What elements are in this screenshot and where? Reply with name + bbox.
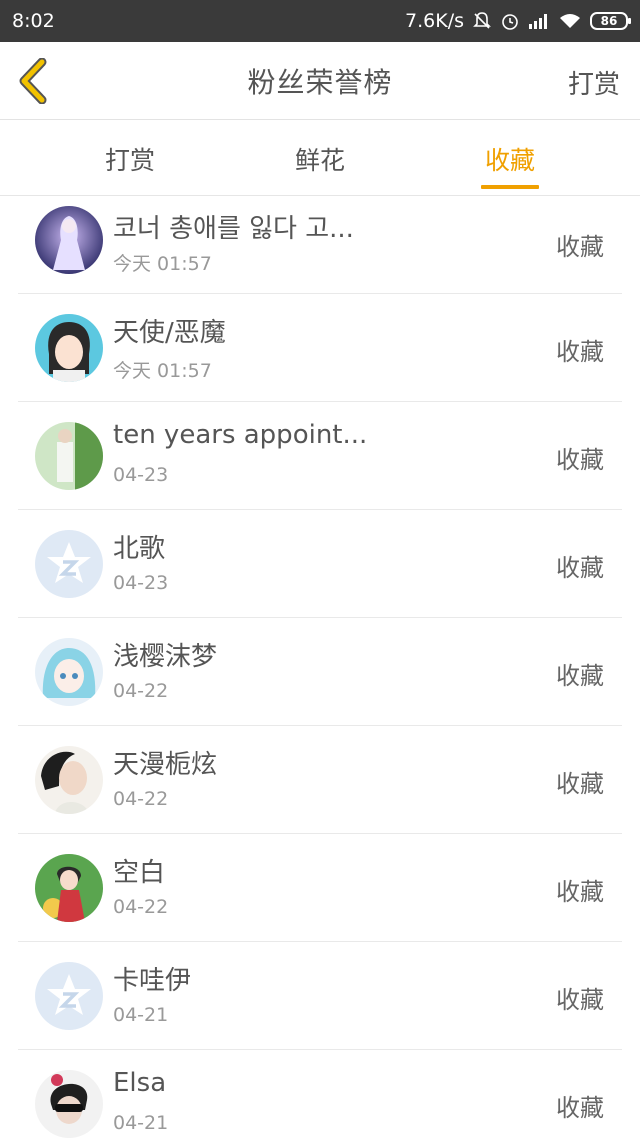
list-item-action: 收藏 bbox=[556, 1094, 604, 1122]
list-item-date: 今天 01:57 bbox=[113, 360, 212, 382]
list-item[interactable]: ten years appoint... 04-23 收藏 bbox=[18, 402, 622, 510]
avatar bbox=[35, 1070, 103, 1138]
list-item-name: 코너 총애를 잃다 고... bbox=[113, 214, 354, 244]
list-item-date: 04-22 bbox=[113, 788, 169, 810]
avatar bbox=[35, 422, 103, 490]
avatar bbox=[35, 206, 103, 274]
status-bar: 8:02 7.6K/s 86 bbox=[0, 0, 640, 42]
list-item-date: 04-22 bbox=[113, 680, 169, 702]
list-item-name: 天使/恶魔 bbox=[113, 318, 226, 348]
list-item[interactable]: 空白 04-22 收藏 bbox=[18, 834, 622, 942]
header: 粉丝荣誉榜 打赏 bbox=[0, 42, 640, 120]
list-item-name: 浅樱沫梦 bbox=[113, 642, 218, 672]
list-item-date: 04-21 bbox=[113, 1004, 169, 1026]
tab-bar: 打赏 鲜花 收藏 bbox=[0, 121, 640, 196]
chevron-left-icon bbox=[19, 57, 47, 105]
avatar bbox=[35, 854, 103, 922]
mute-bell-icon bbox=[472, 11, 492, 31]
list-item[interactable]: 北歌 04-23 收藏 bbox=[18, 510, 622, 618]
default-z-avatar bbox=[35, 530, 103, 598]
list-item[interactable]: 코너 총애를 잃다 고... 今天 01:57 收藏 bbox=[18, 196, 622, 294]
battery-level: 86 bbox=[600, 14, 618, 28]
list-item-date: 04-21 bbox=[113, 1112, 169, 1134]
list-item-date: 今天 01:57 bbox=[113, 253, 212, 275]
list-item-action: 收藏 bbox=[556, 986, 604, 1014]
list-item[interactable]: 天使/恶魔 今天 01:57 收藏 bbox=[18, 294, 622, 402]
avatar bbox=[35, 314, 103, 382]
battery-icon: 86 bbox=[590, 12, 631, 30]
alarm-icon bbox=[500, 11, 520, 31]
list-item-name: 天漫栀炫 bbox=[113, 750, 218, 780]
status-time: 8:02 bbox=[12, 10, 55, 32]
avatar bbox=[35, 638, 103, 706]
list-item-action: 收藏 bbox=[556, 662, 604, 690]
active-tab-indicator bbox=[481, 185, 539, 189]
avatar bbox=[35, 746, 103, 814]
list-item-action: 收藏 bbox=[556, 770, 604, 798]
tab-flowers[interactable]: 鲜花 bbox=[260, 121, 380, 196]
fans-list: 코너 총애를 잃다 고... 今天 01:57 收藏 天使/恶魔 今天 01:5… bbox=[0, 196, 640, 1138]
list-item-name: 卡哇伊 bbox=[113, 966, 192, 996]
list-item-date: 04-23 bbox=[113, 572, 169, 594]
status-right: 7.6K/s 86 bbox=[405, 10, 631, 32]
signal-icon bbox=[528, 12, 550, 30]
list-item-name: Elsa bbox=[113, 1068, 167, 1098]
list-item-action: 收藏 bbox=[556, 446, 604, 474]
list-item-name: ten years appoint... bbox=[113, 420, 368, 450]
list-item-action: 收藏 bbox=[556, 878, 604, 906]
net-speed: 7.6K/s bbox=[405, 10, 464, 32]
list-item-name: 空白 bbox=[113, 858, 166, 888]
default-z-avatar bbox=[35, 962, 103, 1030]
tab-reward[interactable]: 打赏 bbox=[70, 121, 190, 196]
list-item-action: 收藏 bbox=[556, 233, 604, 261]
list-item-date: 04-23 bbox=[113, 464, 169, 486]
list-item[interactable]: 浅樱沫梦 04-22 收藏 bbox=[18, 618, 622, 726]
list-item-date: 04-22 bbox=[113, 896, 169, 918]
list-item-action: 收藏 bbox=[556, 338, 604, 366]
list-item[interactable]: 卡哇伊 04-21 收藏 bbox=[18, 942, 622, 1050]
list-item-action: 收藏 bbox=[556, 554, 604, 582]
list-item[interactable]: 天漫栀炫 04-22 收藏 bbox=[18, 726, 622, 834]
reward-button[interactable]: 打赏 bbox=[568, 64, 620, 101]
wifi-icon bbox=[558, 12, 582, 30]
list-item[interactable]: Elsa 04-21 收藏 bbox=[18, 1050, 622, 1138]
list-item-name: 北歌 bbox=[113, 534, 166, 564]
back-button[interactable] bbox=[14, 57, 54, 105]
page-title: 粉丝荣誉榜 bbox=[247, 65, 393, 99]
